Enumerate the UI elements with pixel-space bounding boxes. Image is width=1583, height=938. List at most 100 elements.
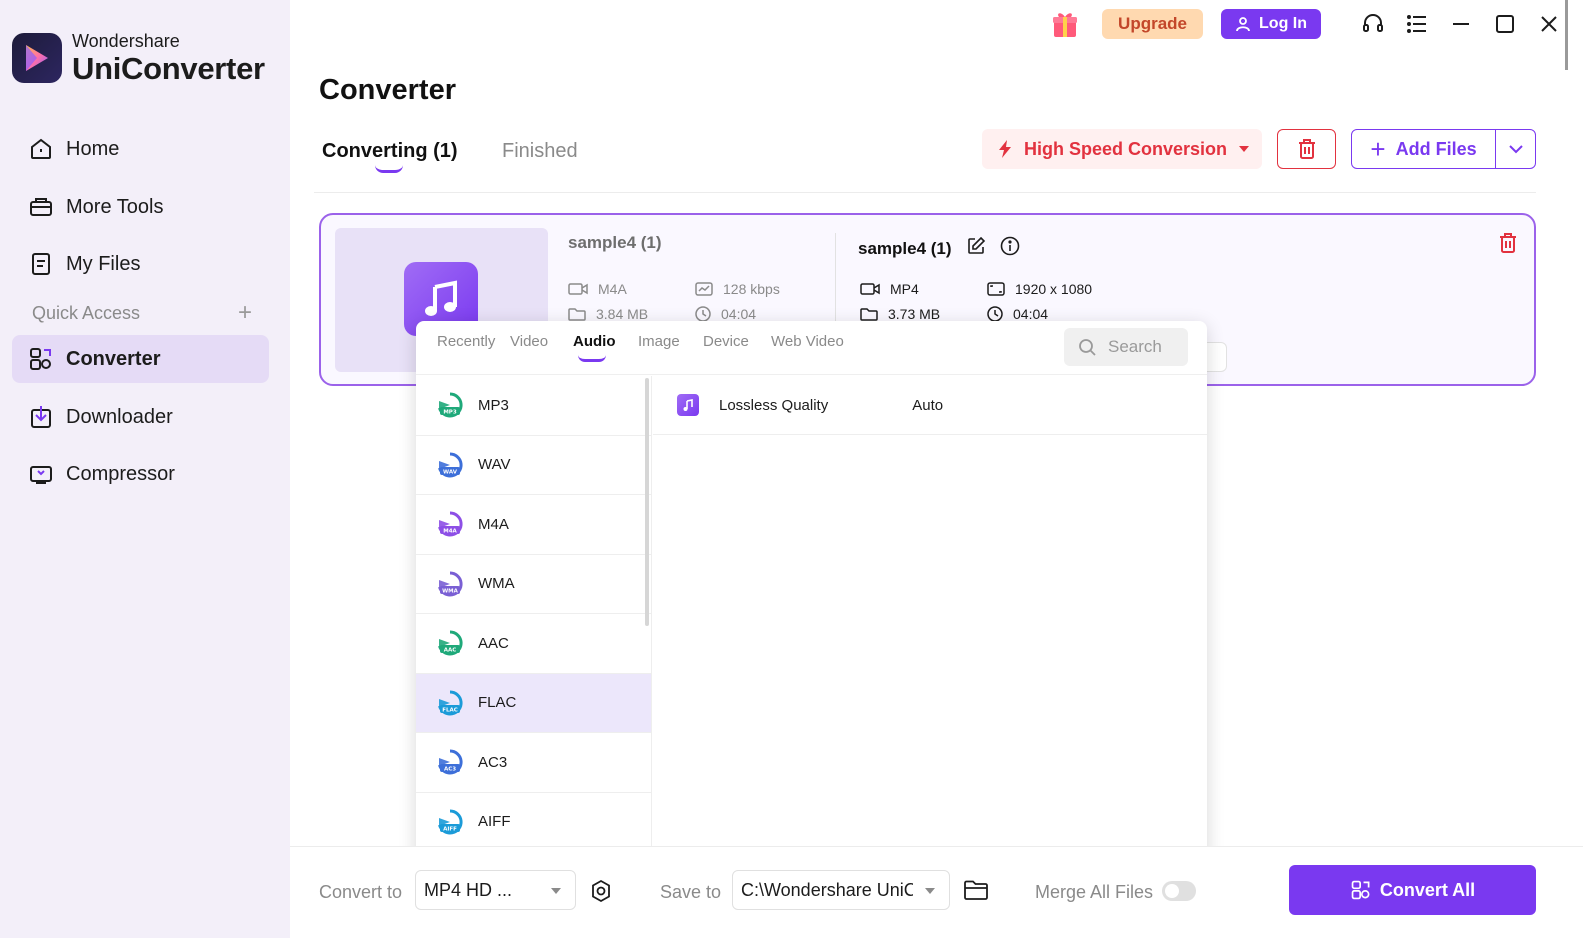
add-files-dropdown-button[interactable] xyxy=(1496,130,1535,168)
format-item-aac[interactable]: AAC AAC xyxy=(416,614,651,674)
quality-option-lossless[interactable]: Lossless Quality Auto xyxy=(653,376,1207,435)
format-item-aiff[interactable]: AIFF AIFF xyxy=(416,793,651,852)
video-camera-icon xyxy=(860,283,880,295)
format-tab-image[interactable]: Image xyxy=(638,333,680,350)
format-label: AIFF xyxy=(478,813,511,831)
sidebar-item-my-files[interactable]: My Files xyxy=(12,240,269,288)
wav-format-icon: WAV xyxy=(436,451,464,479)
headset-icon[interactable] xyxy=(1359,10,1387,38)
m4a-format-icon: M4A xyxy=(436,510,464,538)
tab-converting[interactable]: Converting (1) xyxy=(322,140,458,163)
sidebar-item-converter[interactable]: Converter xyxy=(12,335,269,383)
format-tab-audio[interactable]: Audio xyxy=(573,333,616,350)
merge-all-files-toggle[interactable] xyxy=(1162,881,1196,901)
format-tab-recently[interactable]: Recently xyxy=(437,333,495,350)
caret-down-icon xyxy=(925,888,935,894)
sidebar-item-label: Compressor xyxy=(66,462,175,485)
window-topbar: Upgrade Log In xyxy=(1048,6,1563,42)
gift-icon[interactable] xyxy=(1048,7,1082,41)
quality-label: Lossless Quality xyxy=(719,396,829,414)
convert-all-button[interactable]: Convert All xyxy=(1289,865,1536,915)
minimize-icon[interactable] xyxy=(1447,10,1475,38)
format-label: FLAC xyxy=(478,694,517,712)
svg-text:AC3: AC3 xyxy=(444,767,456,773)
sidebar-item-label: More Tools xyxy=(66,195,164,218)
format-item-flac[interactable]: FLAC FLAC xyxy=(416,673,651,733)
maximize-icon[interactable] xyxy=(1491,10,1519,38)
brand-small: Wondershare xyxy=(72,31,180,51)
source-bitrate: 128 kbps xyxy=(695,281,780,297)
save-to-select[interactable]: C:\Wondershare UniCo xyxy=(732,870,950,910)
format-dropdown-panel: Recently Video Audio Image Device Web Vi… xyxy=(416,321,1207,864)
high-speed-conversion-button[interactable]: High Speed Conversion xyxy=(982,129,1262,169)
format-item-wav[interactable]: WAV WAV xyxy=(416,436,651,495)
toggle-knob xyxy=(1165,884,1179,898)
svg-text:AIFF: AIFF xyxy=(443,826,457,832)
aac-format-icon: AAC xyxy=(436,629,464,657)
flac-format-icon: FLAC xyxy=(436,689,464,717)
clock-icon xyxy=(987,306,1003,322)
user-icon xyxy=(1236,17,1250,32)
edit-icon[interactable] xyxy=(966,236,986,261)
bitrate-icon xyxy=(695,282,713,296)
convert-to-value: MP4 HD ... xyxy=(424,879,513,900)
plus-icon: + xyxy=(1370,134,1386,164)
brand-name: UniConverter xyxy=(72,51,265,86)
toolbox-icon xyxy=(30,198,52,216)
open-folder-icon[interactable] xyxy=(963,879,989,901)
uniconverter-logo-icon xyxy=(12,33,62,83)
convert-all-label: Convert All xyxy=(1379,879,1476,900)
svg-text:WMA: WMA xyxy=(442,588,459,594)
format-label: AC3 xyxy=(478,753,508,771)
target-duration: 04:04 xyxy=(987,306,1048,322)
format-label: MP3 xyxy=(478,396,509,414)
convert-to-select[interactable]: MP4 HD ... xyxy=(415,870,576,910)
sidebar: Wondershare UniConverter Home More Tools… xyxy=(0,0,290,938)
delete-all-button[interactable] xyxy=(1277,129,1336,169)
target-resolution: 1920 x 1080 xyxy=(987,281,1092,297)
chevron-down-icon xyxy=(1508,145,1523,154)
home-icon xyxy=(31,138,51,159)
format-search-input[interactable]: Search xyxy=(1064,328,1188,366)
format-item-m4a[interactable]: M4A M4A xyxy=(416,495,651,555)
format-item-mp3[interactable]: MP3 MP3 xyxy=(416,376,651,436)
sidebar-item-downloader[interactable]: Downloader xyxy=(12,393,269,441)
format-tab-web-video[interactable]: Web Video xyxy=(771,333,844,350)
save-to-value: C:\Wondershare UniCo xyxy=(741,879,913,900)
app-logo: Wondershare UniConverter xyxy=(12,32,265,84)
save-to-label: Save to xyxy=(660,882,722,902)
quick-access-add-button[interactable]: + xyxy=(238,301,252,325)
delete-file-button[interactable] xyxy=(1498,232,1518,259)
folder-icon xyxy=(568,308,586,321)
sidebar-item-home[interactable]: Home xyxy=(12,125,269,173)
convert-to-label: Convert to xyxy=(319,882,403,902)
add-files-button[interactable]: + Add Files xyxy=(1352,130,1496,168)
menu-icon[interactable] xyxy=(1403,10,1431,38)
svg-text:MP3: MP3 xyxy=(443,410,457,416)
clock-icon xyxy=(695,306,711,322)
format-tab-device[interactable]: Device xyxy=(703,333,749,350)
caret-down-icon xyxy=(1239,146,1250,152)
close-icon[interactable] xyxy=(1535,10,1563,38)
format-list-scrollbar[interactable] xyxy=(645,378,649,626)
format-item-ac3[interactable]: AC3 AC3 xyxy=(416,733,651,793)
info-icon[interactable] xyxy=(1000,236,1020,261)
resolution-icon xyxy=(987,282,1005,296)
tab-finished[interactable]: Finished xyxy=(502,140,578,163)
sidebar-item-label: Downloader xyxy=(66,405,173,428)
aiff-format-icon: AIFF xyxy=(436,808,464,836)
sidebar-item-compressor[interactable]: Compressor xyxy=(12,450,269,498)
source-file-name: sample4 (1) xyxy=(568,233,662,252)
settings-icon[interactable] xyxy=(589,879,613,903)
source-duration: 04:04 xyxy=(695,306,756,322)
svg-text:WAV: WAV xyxy=(443,469,458,475)
upgrade-button[interactable]: Upgrade xyxy=(1102,9,1204,39)
sidebar-item-label: My Files xyxy=(66,252,141,275)
video-camera-icon xyxy=(568,283,588,295)
format-tab-video[interactable]: Video xyxy=(510,333,548,350)
format-item-wma[interactable]: WMA WMA xyxy=(416,555,651,614)
sidebar-item-more-tools[interactable]: More Tools xyxy=(12,183,269,231)
trash-icon xyxy=(1500,233,1516,253)
login-button[interactable]: Log In xyxy=(1221,9,1321,39)
search-icon xyxy=(1079,339,1096,356)
